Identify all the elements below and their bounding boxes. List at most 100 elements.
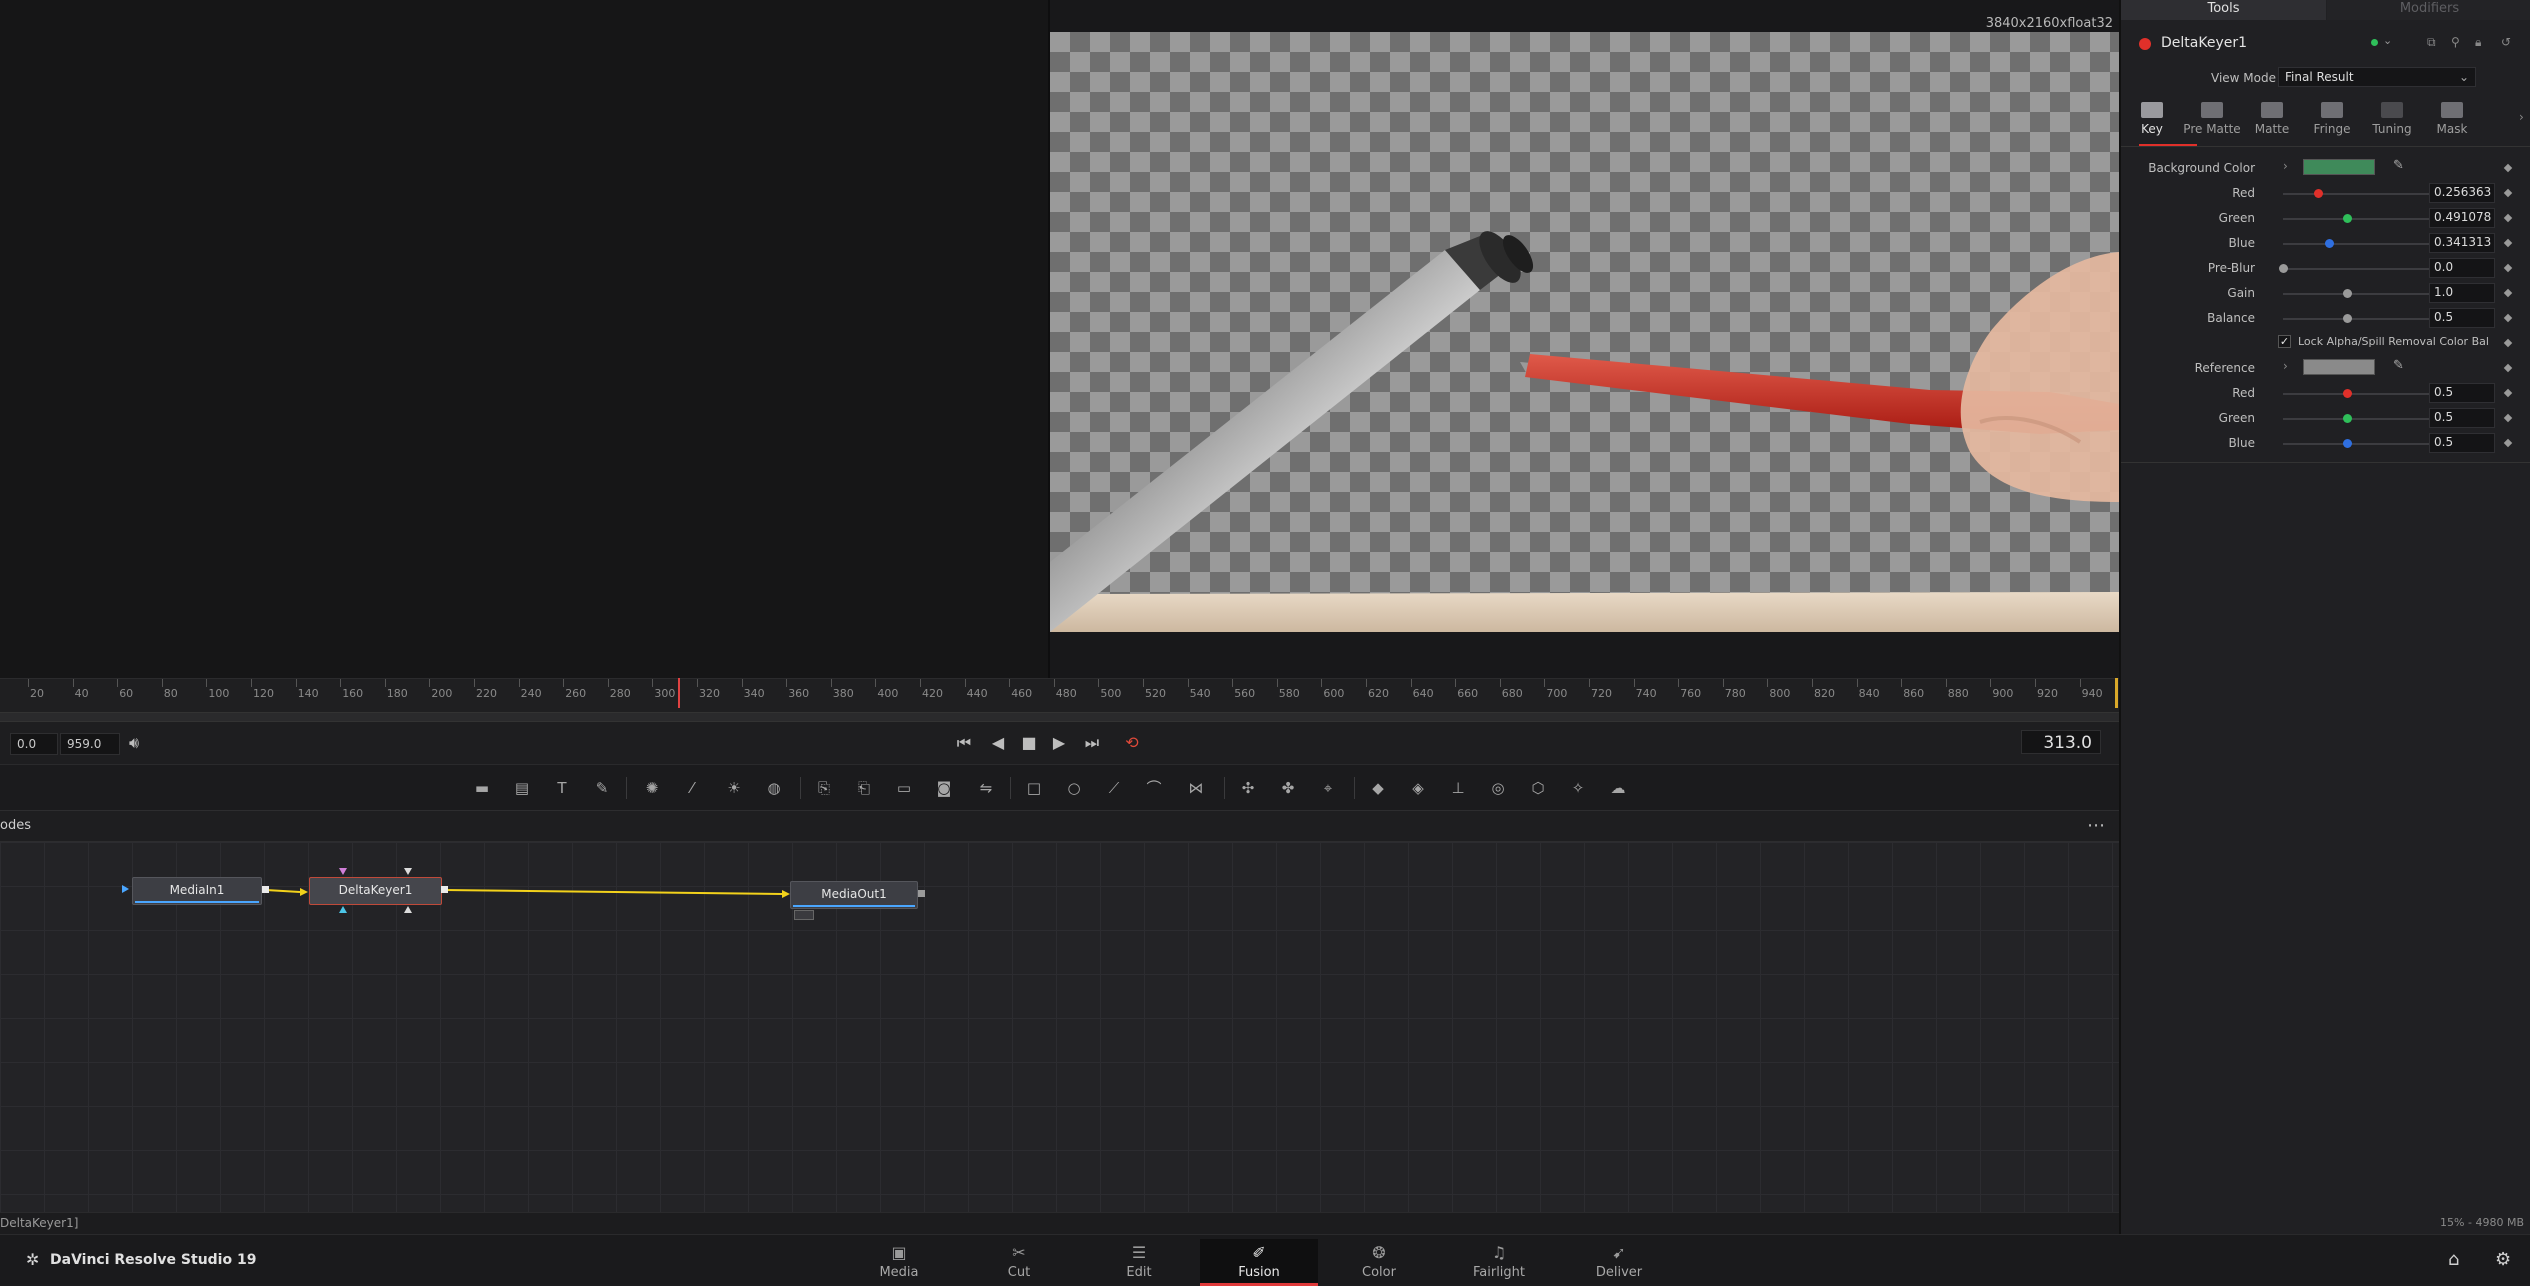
gain-slider-knob[interactable] <box>2343 289 2352 298</box>
tab-tuning[interactable]: Tuning <box>2363 102 2421 136</box>
page-deliver[interactable]: ➹ Deliver <box>1560 1239 1678 1283</box>
bspline-icon[interactable]: ⌒ <box>1142 777 1166 799</box>
keyframe-icon[interactable] <box>2503 388 2513 398</box>
step-back-icon[interactable]: ◀ <box>986 732 1010 754</box>
go-to-start-icon[interactable]: ⏮︎ <box>952 732 976 754</box>
color-curves-icon[interactable]: ◍ <box>762 777 786 799</box>
keyer-effect-mask-pin[interactable] <box>404 906 412 913</box>
reference-green-slider[interactable] <box>2283 418 2433 420</box>
camera-tracker-icon[interactable]: ⌖ <box>1316 777 1340 799</box>
timeline-ruler[interactable]: 20 40 60 80 100 120 140 160 180 200 220 240 260 280 30… <box>0 678 2119 712</box>
pre-blur-value-field[interactable]: 0.0 <box>2429 258 2495 278</box>
image-icon[interactable]: ▤ <box>510 777 534 799</box>
viewer-indicator-icon[interactable] <box>794 910 814 920</box>
blue-slider-knob[interactable] <box>2325 239 2334 248</box>
mask-icon[interactable]: ◙ <box>932 777 956 799</box>
keyer-garbage-matte-pin[interactable] <box>339 868 347 875</box>
red-slider[interactable] <box>2283 193 2433 195</box>
rectangle-icon[interactable]: □ <box>1022 777 1046 799</box>
reference-color-swatch[interactable] <box>2303 359 2375 375</box>
end-frame-field[interactable]: 959.0 <box>60 733 120 755</box>
loop-icon[interactable]: ⟲ <box>1120 732 1144 754</box>
keyframe-icon[interactable] <box>2503 413 2513 423</box>
node-mediaout1[interactable]: MediaOut1 <box>790 881 918 909</box>
keyframe-icon[interactable] <box>2503 213 2513 223</box>
viewer-frame[interactable] <box>1050 32 2119 632</box>
blue-slider[interactable] <box>2283 243 2433 245</box>
copy-icon[interactable]: ⧉ <box>2427 35 2436 50</box>
reference-blue-knob[interactable] <box>2343 439 2352 448</box>
page-color[interactable]: ❂ Color <box>1320 1239 1438 1283</box>
play-icon[interactable]: ▶ <box>1047 732 1071 754</box>
keyframe-icon[interactable] <box>2503 338 2513 348</box>
keyframe-icon[interactable] <box>2503 263 2513 273</box>
speaker-icon[interactable]: 🔊︎ <box>122 732 146 754</box>
bitmap-icon[interactable]: ⋈ <box>1184 777 1208 799</box>
reference-green-knob[interactable] <box>2343 414 2352 423</box>
pin-icon[interactable]: ⚲ <box>2451 35 2460 49</box>
reference-green-field[interactable]: 0.5 <box>2429 408 2495 428</box>
green-slider-knob[interactable] <box>2343 214 2352 223</box>
balance-value-field[interactable]: 0.5 <box>2429 308 2495 328</box>
matte-control-icon[interactable]: ▭ <box>892 777 916 799</box>
reference-red-field[interactable]: 0.5 <box>2429 383 2495 403</box>
tab-pre-matte[interactable]: Pre Matte <box>2183 102 2241 136</box>
node-editor[interactable]: MediaIn1 DeltaKeyer1 MediaOut1 <box>0 842 2119 1212</box>
page-media[interactable]: ▣ Media <box>840 1239 958 1283</box>
green-slider[interactable] <box>2283 218 2433 220</box>
right-viewer[interactable]: 3840x2160xfloat32 <box>1050 0 2119 678</box>
tracker-icon[interactable]: ✣ <box>1236 777 1260 799</box>
planar-tracker-icon[interactable]: ✤ <box>1276 777 1300 799</box>
particles-icon[interactable]: ✺ <box>640 777 664 799</box>
balance-slider[interactable] <box>2283 318 2433 320</box>
keyframe-icon[interactable] <box>2503 188 2513 198</box>
tab-mask[interactable]: Mask <box>2423 102 2481 136</box>
left-viewer[interactable] <box>0 0 1048 678</box>
gain-value-field[interactable]: 1.0 <box>2429 283 2495 303</box>
chevron-right-icon[interactable]: › <box>2519 110 2524 124</box>
tab-key[interactable]: Key <box>2123 102 2181 136</box>
expand-icon[interactable]: › <box>2283 159 2288 173</box>
scrub-bar[interactable] <box>0 712 2119 722</box>
tool-enable-icon[interactable] <box>2139 38 2151 50</box>
reference-blue-slider[interactable] <box>2283 443 2433 445</box>
keyframe-icon[interactable] <box>2503 238 2513 248</box>
balance-slider-knob[interactable] <box>2343 314 2352 323</box>
page-fairlight[interactable]: ♫ Fairlight <box>1440 1239 1558 1283</box>
playhead[interactable] <box>678 678 680 708</box>
page-cut[interactable]: ✂ Cut <box>960 1239 1078 1283</box>
3d-shape-icon[interactable]: ◆ <box>1366 777 1390 799</box>
lock-alpha-checkbox[interactable]: ✓ <box>2278 335 2291 348</box>
mediain-input-pin[interactable] <box>122 885 129 893</box>
page-fusion[interactable]: ✐ Fusion <box>1200 1239 1318 1286</box>
home-icon[interactable]: ⌂ <box>2448 1249 2459 1270</box>
gear-icon[interactable]: ⚙ <box>2495 1249 2511 1270</box>
ellipse-icon[interactable]: ○ <box>1062 777 1086 799</box>
stop-icon[interactable]: ■ <box>1017 732 1041 754</box>
keyer-output-pin[interactable] <box>441 886 448 893</box>
current-frame-field[interactable]: 313.0 <box>2021 730 2101 754</box>
red-slider-knob[interactable] <box>2314 189 2323 198</box>
node-deltakeyer1[interactable]: DeltaKeyer1 <box>309 877 442 905</box>
background-icon[interactable]: ▬ <box>470 777 494 799</box>
eyedropper-icon[interactable]: ✎ <box>2393 158 2404 173</box>
mediain-output-pin[interactable] <box>262 886 269 893</box>
keyframe-icon[interactable] <box>2503 363 2513 373</box>
mediaout-output-pin[interactable] <box>918 890 925 897</box>
reset-icon[interactable]: ↺ <box>2501 35 2511 49</box>
blue-value-field[interactable]: 0.341313 <box>2429 233 2495 253</box>
chevron-down-icon[interactable]: ⌄ <box>2383 34 2392 47</box>
gain-slider[interactable] <box>2283 293 2433 295</box>
keyframe-icon[interactable] <box>2503 438 2513 448</box>
light-icon[interactable]: ✧ <box>1566 777 1590 799</box>
tab-tools[interactable]: Tools <box>2121 0 2326 20</box>
green-value-field[interactable]: 0.491078 <box>2429 208 2495 228</box>
keyer-solid-matte-pin[interactable] <box>404 868 412 875</box>
render-end-marker[interactable] <box>2115 678 2118 708</box>
keyframe-icon[interactable] <box>2503 313 2513 323</box>
reference-red-slider[interactable] <box>2283 393 2433 395</box>
more-options-icon[interactable]: ⋯ <box>2087 815 2105 836</box>
paint-icon[interactable]: ✎ <box>590 777 614 799</box>
reference-blue-field[interactable]: 0.5 <box>2429 433 2495 453</box>
lock-icon[interactable]: 🔒︎ <box>2475 35 2481 50</box>
